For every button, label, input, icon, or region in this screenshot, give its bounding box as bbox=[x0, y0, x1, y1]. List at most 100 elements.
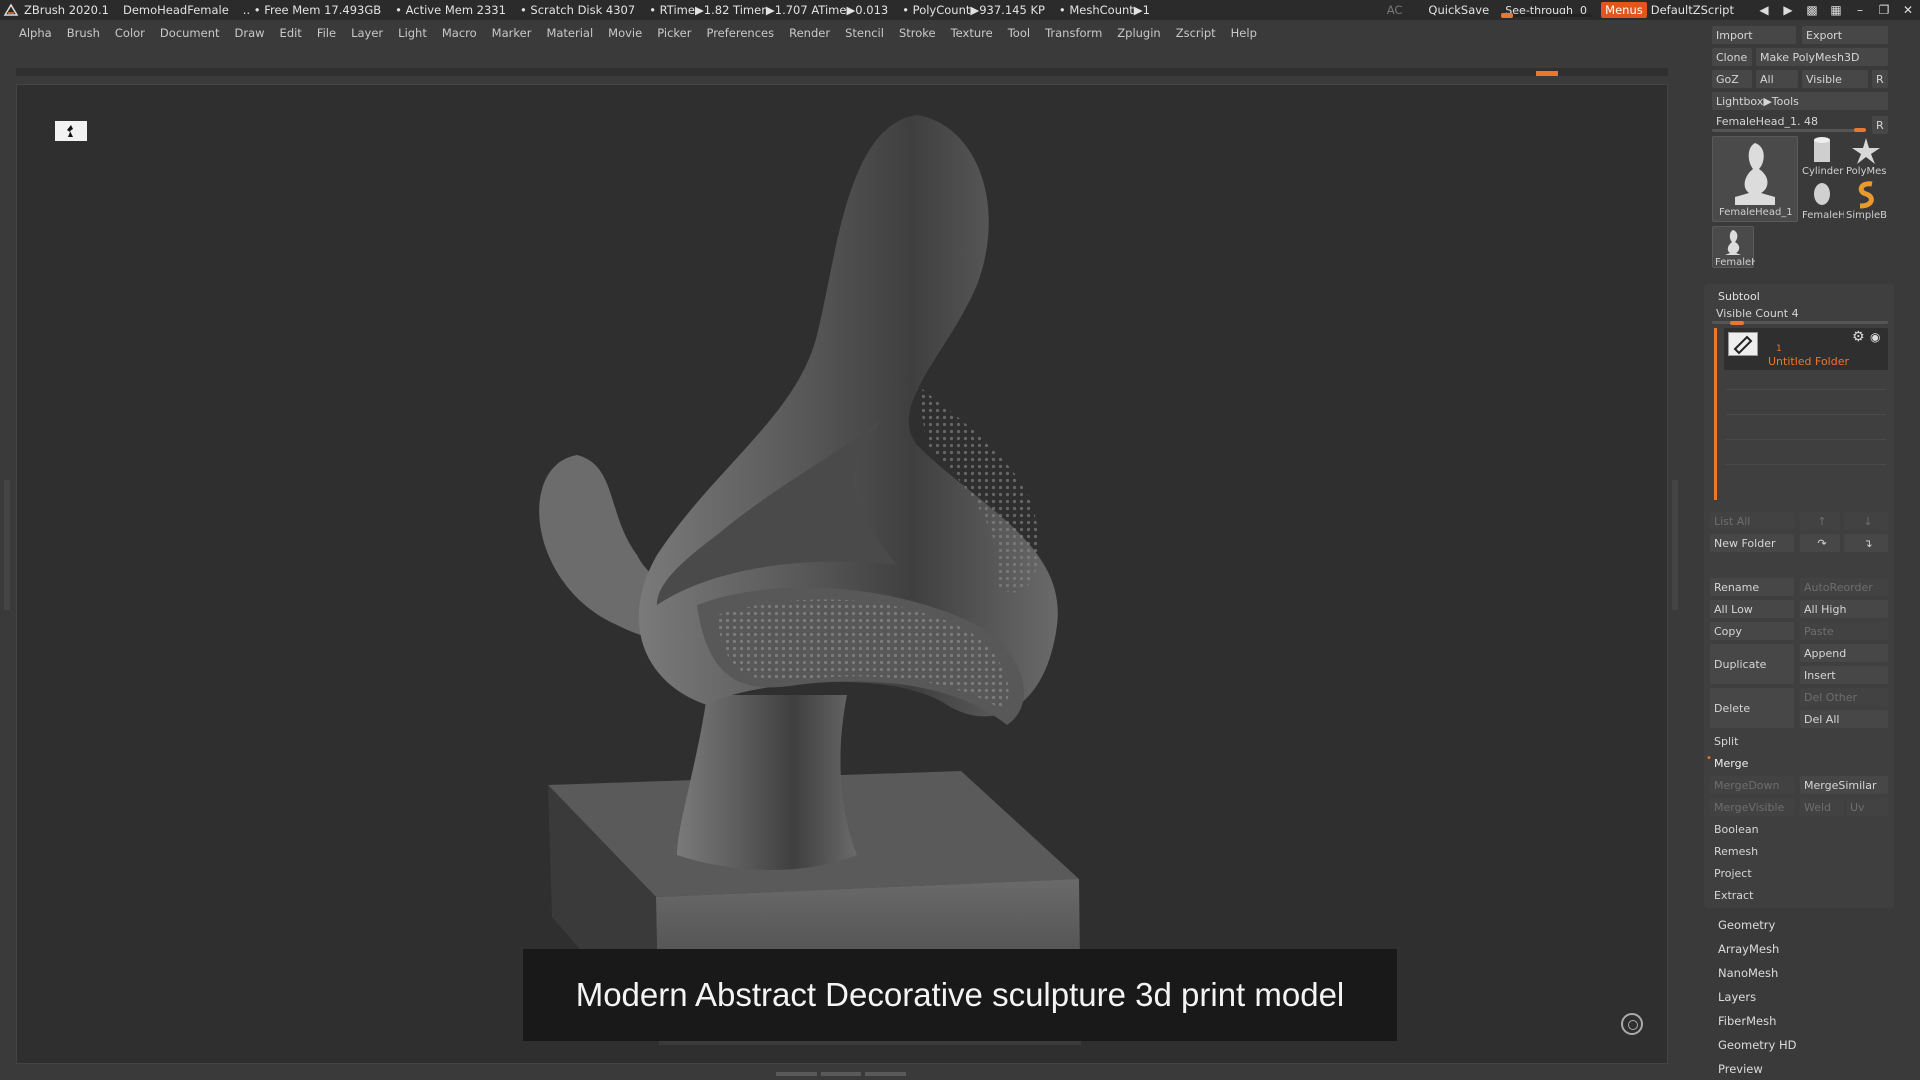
split-section[interactable]: Split bbox=[1710, 732, 1888, 750]
tool-r-button[interactable]: R bbox=[1872, 116, 1888, 134]
list-all-button[interactable]: List All bbox=[1710, 512, 1794, 530]
mergedown-button[interactable]: MergeDown bbox=[1710, 776, 1794, 794]
viewport-canvas[interactable]: Modern Abstract Decorative sculpture 3d … bbox=[16, 84, 1668, 1064]
insert-button[interactable]: Insert bbox=[1800, 666, 1888, 684]
subtool-folder-row[interactable]: 1 Untitled Folder ⚙ ◉ bbox=[1724, 328, 1888, 370]
all-low-button[interactable]: All Low bbox=[1710, 600, 1794, 618]
goz-all-button[interactable]: All bbox=[1756, 70, 1798, 88]
mergesimilar-button[interactable]: MergeSimilar bbox=[1800, 776, 1888, 794]
menu-light[interactable]: Light bbox=[398, 26, 427, 40]
duplicate-button[interactable]: Duplicate bbox=[1710, 644, 1794, 684]
menu-transform[interactable]: Transform bbox=[1045, 26, 1102, 40]
default-zscript-button[interactable]: DefaultZScript bbox=[1647, 3, 1738, 17]
bottom-tray-handle[interactable] bbox=[776, 1070, 907, 1078]
ac-label[interactable]: AC bbox=[1383, 3, 1407, 17]
folder-settings-gear-icon[interactable]: ⚙ bbox=[1852, 329, 1865, 345]
import-button[interactable]: Import bbox=[1712, 26, 1796, 44]
copy-button[interactable]: Copy bbox=[1710, 622, 1794, 640]
paste-button[interactable]: Paste bbox=[1800, 622, 1888, 640]
goz-r-button[interactable]: R bbox=[1872, 70, 1888, 88]
folder-visibility-eye-icon[interactable]: ◉ bbox=[1870, 330, 1880, 344]
menu-draw[interactable]: Draw bbox=[235, 26, 265, 40]
layout-next-icon[interactable]: ▶ bbox=[1776, 3, 1800, 17]
restore-icon[interactable]: ❐ bbox=[1872, 3, 1896, 17]
boolean-section[interactable]: Boolean bbox=[1710, 820, 1888, 838]
menu-layer[interactable]: Layer bbox=[351, 26, 383, 40]
see-through-slider[interactable]: See-through 0 bbox=[1501, 1, 1592, 19]
folder-down-icon[interactable]: ↴ bbox=[1844, 534, 1888, 552]
menu-brush[interactable]: Brush bbox=[67, 26, 100, 40]
group-nanomesh[interactable]: NanoMesh bbox=[1718, 966, 1778, 980]
current-tool-slider[interactable]: FemaleHead_1. 48 bbox=[1712, 114, 1864, 132]
autoreorder-button[interactable]: AutoReorder bbox=[1800, 578, 1888, 596]
tool-thumb-polymesh[interactable]: PolyMes bbox=[1846, 136, 1890, 178]
group-layers[interactable]: Layers bbox=[1718, 990, 1756, 1004]
weld-button[interactable]: Weld bbox=[1800, 798, 1844, 816]
del-other-button[interactable]: Del Other bbox=[1800, 688, 1888, 706]
project-section[interactable]: Project bbox=[1710, 864, 1888, 882]
lightbox-tools-button[interactable]: Lightbox▶Tools bbox=[1712, 92, 1888, 110]
del-all-button[interactable]: Del All bbox=[1800, 710, 1888, 728]
move-down-arrow-icon[interactable]: ↓ bbox=[1844, 512, 1888, 530]
delete-button[interactable]: Delete bbox=[1710, 688, 1794, 728]
rotate-gizmo-icon[interactable] bbox=[1621, 1013, 1643, 1035]
menu-zplugin[interactable]: Zplugin bbox=[1117, 26, 1160, 40]
menu-macro[interactable]: Macro bbox=[442, 26, 477, 40]
goz-visible-button[interactable]: Visible bbox=[1802, 70, 1868, 88]
menu-material[interactable]: Material bbox=[546, 26, 593, 40]
group-fibermesh[interactable]: FiberMesh bbox=[1718, 1014, 1776, 1028]
tool-thumb-femalehead-3[interactable]: FemaleH bbox=[1712, 226, 1755, 268]
tool-thumb-femalehead-2[interactable]: FemaleH bbox=[1802, 180, 1844, 222]
group-geometry[interactable]: Geometry bbox=[1718, 918, 1775, 932]
menu-render[interactable]: Render bbox=[789, 26, 830, 40]
menu-movie[interactable]: Movie bbox=[608, 26, 642, 40]
append-button[interactable]: Append bbox=[1800, 644, 1888, 662]
menu-texture[interactable]: Texture bbox=[951, 26, 993, 40]
tool-thumb-simplebrush[interactable]: SimpleB bbox=[1846, 180, 1890, 222]
mergevisible-button[interactable]: MergeVisible bbox=[1710, 798, 1794, 816]
close-icon[interactable]: ✕ bbox=[1896, 3, 1920, 17]
layout-prev-icon[interactable]: ◀ bbox=[1752, 3, 1776, 17]
uv-button[interactable]: Uv bbox=[1846, 798, 1888, 816]
window-layout-icon[interactable]: ▩ bbox=[1800, 3, 1824, 17]
group-preview[interactable]: Preview bbox=[1718, 1062, 1763, 1076]
menu-tool[interactable]: Tool bbox=[1008, 26, 1030, 40]
subtool-scroll-indicator[interactable] bbox=[1714, 328, 1717, 500]
make-polymesh3d-button[interactable]: Make PolyMesh3D bbox=[1756, 48, 1888, 66]
menu-preferences[interactable]: Preferences bbox=[706, 26, 774, 40]
tool-thumb-cylinder[interactable]: Cylinder bbox=[1802, 136, 1844, 178]
menu-picker[interactable]: Picker bbox=[657, 26, 691, 40]
tool-thumb-femalehead[interactable]: FemaleHead_1 bbox=[1712, 136, 1798, 222]
perspective-toggle[interactable] bbox=[55, 121, 87, 141]
menu-stencil[interactable]: Stencil bbox=[845, 26, 884, 40]
menu-zscript[interactable]: Zscript bbox=[1176, 26, 1216, 40]
current-tool-slider-knob[interactable] bbox=[1854, 128, 1866, 132]
remesh-section[interactable]: Remesh bbox=[1710, 842, 1888, 860]
export-button[interactable]: Export bbox=[1802, 26, 1888, 44]
rename-button[interactable]: Rename bbox=[1710, 578, 1794, 596]
menu-help[interactable]: Help bbox=[1231, 26, 1257, 40]
left-tray-handle[interactable] bbox=[4, 480, 10, 610]
menus-toggle[interactable]: Menus bbox=[1601, 2, 1647, 18]
menu-document[interactable]: Document bbox=[160, 26, 220, 40]
extract-section[interactable]: Extract bbox=[1710, 886, 1888, 904]
minimize-icon[interactable]: – bbox=[1848, 3, 1872, 17]
visible-count-knob[interactable] bbox=[1730, 321, 1744, 325]
move-up-arrow-icon[interactable]: ↑ bbox=[1800, 512, 1840, 530]
group-arraymesh[interactable]: ArrayMesh bbox=[1718, 942, 1779, 956]
menu-color[interactable]: Color bbox=[115, 26, 145, 40]
quicksave-button[interactable]: QuickSave bbox=[1424, 3, 1493, 17]
window-arrange-icon[interactable]: ▦ bbox=[1824, 3, 1848, 17]
folder-up-icon[interactable]: ↷ bbox=[1800, 534, 1840, 552]
menu-edit[interactable]: Edit bbox=[280, 26, 302, 40]
menu-stroke[interactable]: Stroke bbox=[899, 26, 936, 40]
goz-button[interactable]: GoZ bbox=[1712, 70, 1752, 88]
merge-section[interactable]: Merge bbox=[1710, 754, 1888, 772]
clone-button[interactable]: Clone bbox=[1712, 48, 1752, 66]
group-geometry-hd[interactable]: Geometry HD bbox=[1718, 1038, 1797, 1052]
all-high-button[interactable]: All High bbox=[1800, 600, 1888, 618]
menu-marker[interactable]: Marker bbox=[492, 26, 532, 40]
menu-alpha[interactable]: Alpha bbox=[19, 26, 52, 40]
right-tray-handle[interactable] bbox=[1672, 480, 1678, 610]
new-folder-button[interactable]: New Folder bbox=[1710, 534, 1794, 552]
